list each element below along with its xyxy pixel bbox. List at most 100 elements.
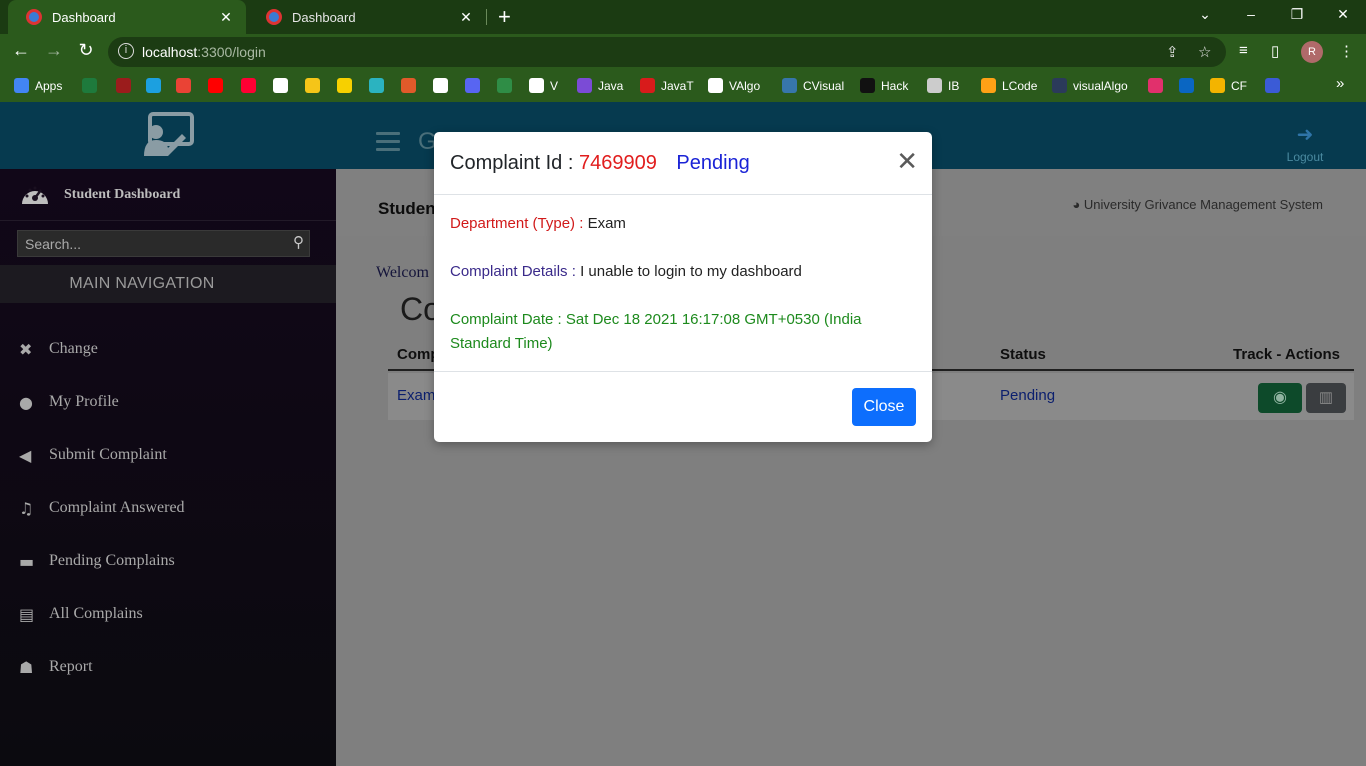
minimize-icon[interactable]: –	[1241, 6, 1261, 22]
browser-tab-active[interactable]: Dashboard ✕	[8, 0, 246, 34]
bookmark-item[interactable]	[208, 78, 229, 93]
bookmark-item[interactable]	[465, 78, 486, 93]
bookmark-item[interactable]: IB	[927, 78, 959, 93]
bookmark-item[interactable]	[433, 78, 454, 93]
bookmark-item[interactable]	[1148, 78, 1169, 93]
col-header-actions: Track - Actions	[1233, 346, 1340, 363]
bookmarks-bar: » Apps V Java JavaT VAlgo CVisual Hack IB LCode v…	[0, 70, 1366, 102]
bookmark-item[interactable]	[116, 78, 137, 93]
media-queue-icon[interactable]: ≡	[1239, 42, 1248, 59]
teacher-board-logo-icon	[144, 112, 194, 156]
close-button[interactable]: Close	[852, 388, 916, 426]
details-label: Complaint Details	[450, 263, 568, 280]
search-icon[interactable]: ⚲	[293, 233, 304, 251]
bookmark-item[interactable]	[241, 78, 262, 93]
bookmark-item[interactable]: CF	[1210, 78, 1247, 93]
tab-close-icon[interactable]: ✕	[218, 9, 234, 26]
dashboard-gauge-icon	[22, 186, 48, 204]
bookmark-item[interactable]	[273, 78, 294, 93]
sidebar-item-pending-complains[interactable]: ▬ Pending Complains	[0, 541, 336, 581]
bookmark-item[interactable]: Apps	[14, 78, 62, 93]
forward-icon[interactable]: →	[43, 40, 65, 61]
sidebar-item-change[interactable]: ✖ Change	[0, 329, 336, 369]
view-complaint-button[interactable]: ◉	[1258, 383, 1302, 413]
menu-toggle-icon[interactable]	[376, 132, 400, 156]
sidebar-item-complaint-answered[interactable]: ♫ Complaint Answered	[0, 488, 336, 528]
bookmark-item[interactable]: CVisual	[782, 78, 844, 93]
profile-avatar[interactable]: R	[1301, 41, 1323, 63]
bookmark-item[interactable]: V	[529, 78, 558, 93]
restore-icon[interactable]: ❐	[1287, 6, 1307, 23]
bookmark-favicon-icon	[860, 78, 875, 93]
bookmark-favicon-icon	[401, 78, 416, 93]
trash-icon: ▥	[1318, 389, 1334, 406]
bookmark-item[interactable]	[176, 78, 197, 93]
site-info-icon[interactable]: i	[118, 43, 134, 59]
bookmark-star-icon[interactable]: ☆	[1198, 43, 1211, 61]
bookmark-item[interactable]: Java	[577, 78, 623, 93]
bookmark-item[interactable]	[497, 78, 518, 93]
more-menu-icon[interactable]: ⋮	[1339, 42, 1354, 60]
bookmark-item[interactable]	[1179, 78, 1200, 93]
tab-search-chevron-icon[interactable]: ⌄	[1195, 6, 1215, 23]
sidebar-item-my-profile[interactable]: ● My Profile	[0, 382, 336, 422]
bookmark-favicon-icon	[337, 78, 352, 93]
megaphone-icon: ◀	[19, 445, 32, 465]
bookmark-favicon-icon	[497, 78, 512, 93]
content-heading: Studen	[378, 199, 436, 218]
bookmark-favicon-icon	[1265, 78, 1280, 93]
bookmark-favicon-icon	[305, 78, 320, 93]
sidebar-item-label: Submit Complaint	[49, 446, 167, 463]
logout-button[interactable]: ➜ Logout	[1280, 122, 1330, 164]
modal-close-icon[interactable]: ✕	[896, 149, 918, 175]
details-row: Complaint Details : I unable to login to…	[450, 263, 802, 280]
sidebar-item-label: All Complains	[49, 605, 143, 622]
new-tab-icon[interactable]: +	[498, 4, 511, 30]
sidebar-item-all-complains[interactable]: ▤ All Complains	[0, 594, 336, 634]
bookmark-item[interactable]: JavaT	[640, 78, 694, 93]
tab-title: Dashboard	[292, 9, 356, 25]
reload-icon[interactable]: ↻	[75, 40, 97, 61]
bookmark-item[interactable]	[1265, 78, 1286, 93]
bookmark-item[interactable]: Hack	[860, 78, 908, 93]
bookmark-item[interactable]	[146, 78, 167, 93]
more-bookmarks-icon[interactable]: »	[1336, 75, 1344, 92]
tab-close-icon[interactable]: ✕	[458, 9, 474, 26]
modal-title: Complaint Id : 7469909 Pending	[450, 152, 750, 175]
back-icon[interactable]: ←	[10, 40, 32, 61]
bookmark-label: VAlgo	[729, 78, 761, 93]
bookmark-item[interactable]: LCode	[981, 78, 1037, 93]
bookmark-item[interactable]	[401, 78, 422, 93]
sidebar-item-label: Change	[49, 340, 98, 357]
bookmark-item[interactable]	[337, 78, 358, 93]
browser-tab[interactable]: Dashboard ✕	[248, 0, 486, 34]
sidebar-item-report[interactable]: ☗ Report	[0, 647, 336, 687]
sidebar-item-label: My Profile	[49, 393, 119, 410]
delete-complaint-button[interactable]: ▥	[1306, 383, 1346, 413]
bookmark-favicon-icon	[981, 78, 996, 93]
bookmark-favicon-icon	[241, 78, 256, 93]
url-text: localhost:3300/login	[142, 44, 266, 60]
side-panel-icon[interactable]: ▯	[1271, 42, 1279, 60]
department-value: Exam	[587, 215, 626, 232]
tab-divider	[486, 9, 487, 25]
bookmark-item[interactable]: VAlgo	[708, 78, 760, 93]
sidebar-search: ⚲	[17, 230, 310, 257]
bookmark-item[interactable]: visualAlgo	[1052, 78, 1128, 93]
bookmark-item[interactable]	[305, 78, 326, 93]
address-bar[interactable]: i localhost:3300/login ⇪ ☆	[108, 37, 1226, 67]
logout-label: Logout	[1286, 150, 1324, 164]
sidebar-title[interactable]: Student Dashboard	[0, 169, 336, 221]
search-input[interactable]	[18, 231, 280, 256]
bookmark-item[interactable]	[82, 78, 103, 93]
share-icon[interactable]: ⇪	[1166, 43, 1179, 61]
complaint-id: 7469909	[578, 152, 657, 174]
bookmark-favicon-icon	[208, 78, 223, 93]
col-header-status: Status	[1000, 346, 1046, 363]
bookmark-item[interactable]	[369, 78, 390, 93]
window-close-icon[interactable]: ✕	[1333, 6, 1353, 23]
sidebar-item-submit-complaint[interactable]: ◀ Submit Complaint	[0, 435, 336, 475]
bookmark-label: CF	[1231, 78, 1247, 93]
date-row: Complaint Date : Sat Dec 18 2021 16:17:0…	[450, 311, 862, 352]
complaint-modal: Complaint Id : 7469909 Pending ✕ Departm…	[434, 132, 932, 442]
